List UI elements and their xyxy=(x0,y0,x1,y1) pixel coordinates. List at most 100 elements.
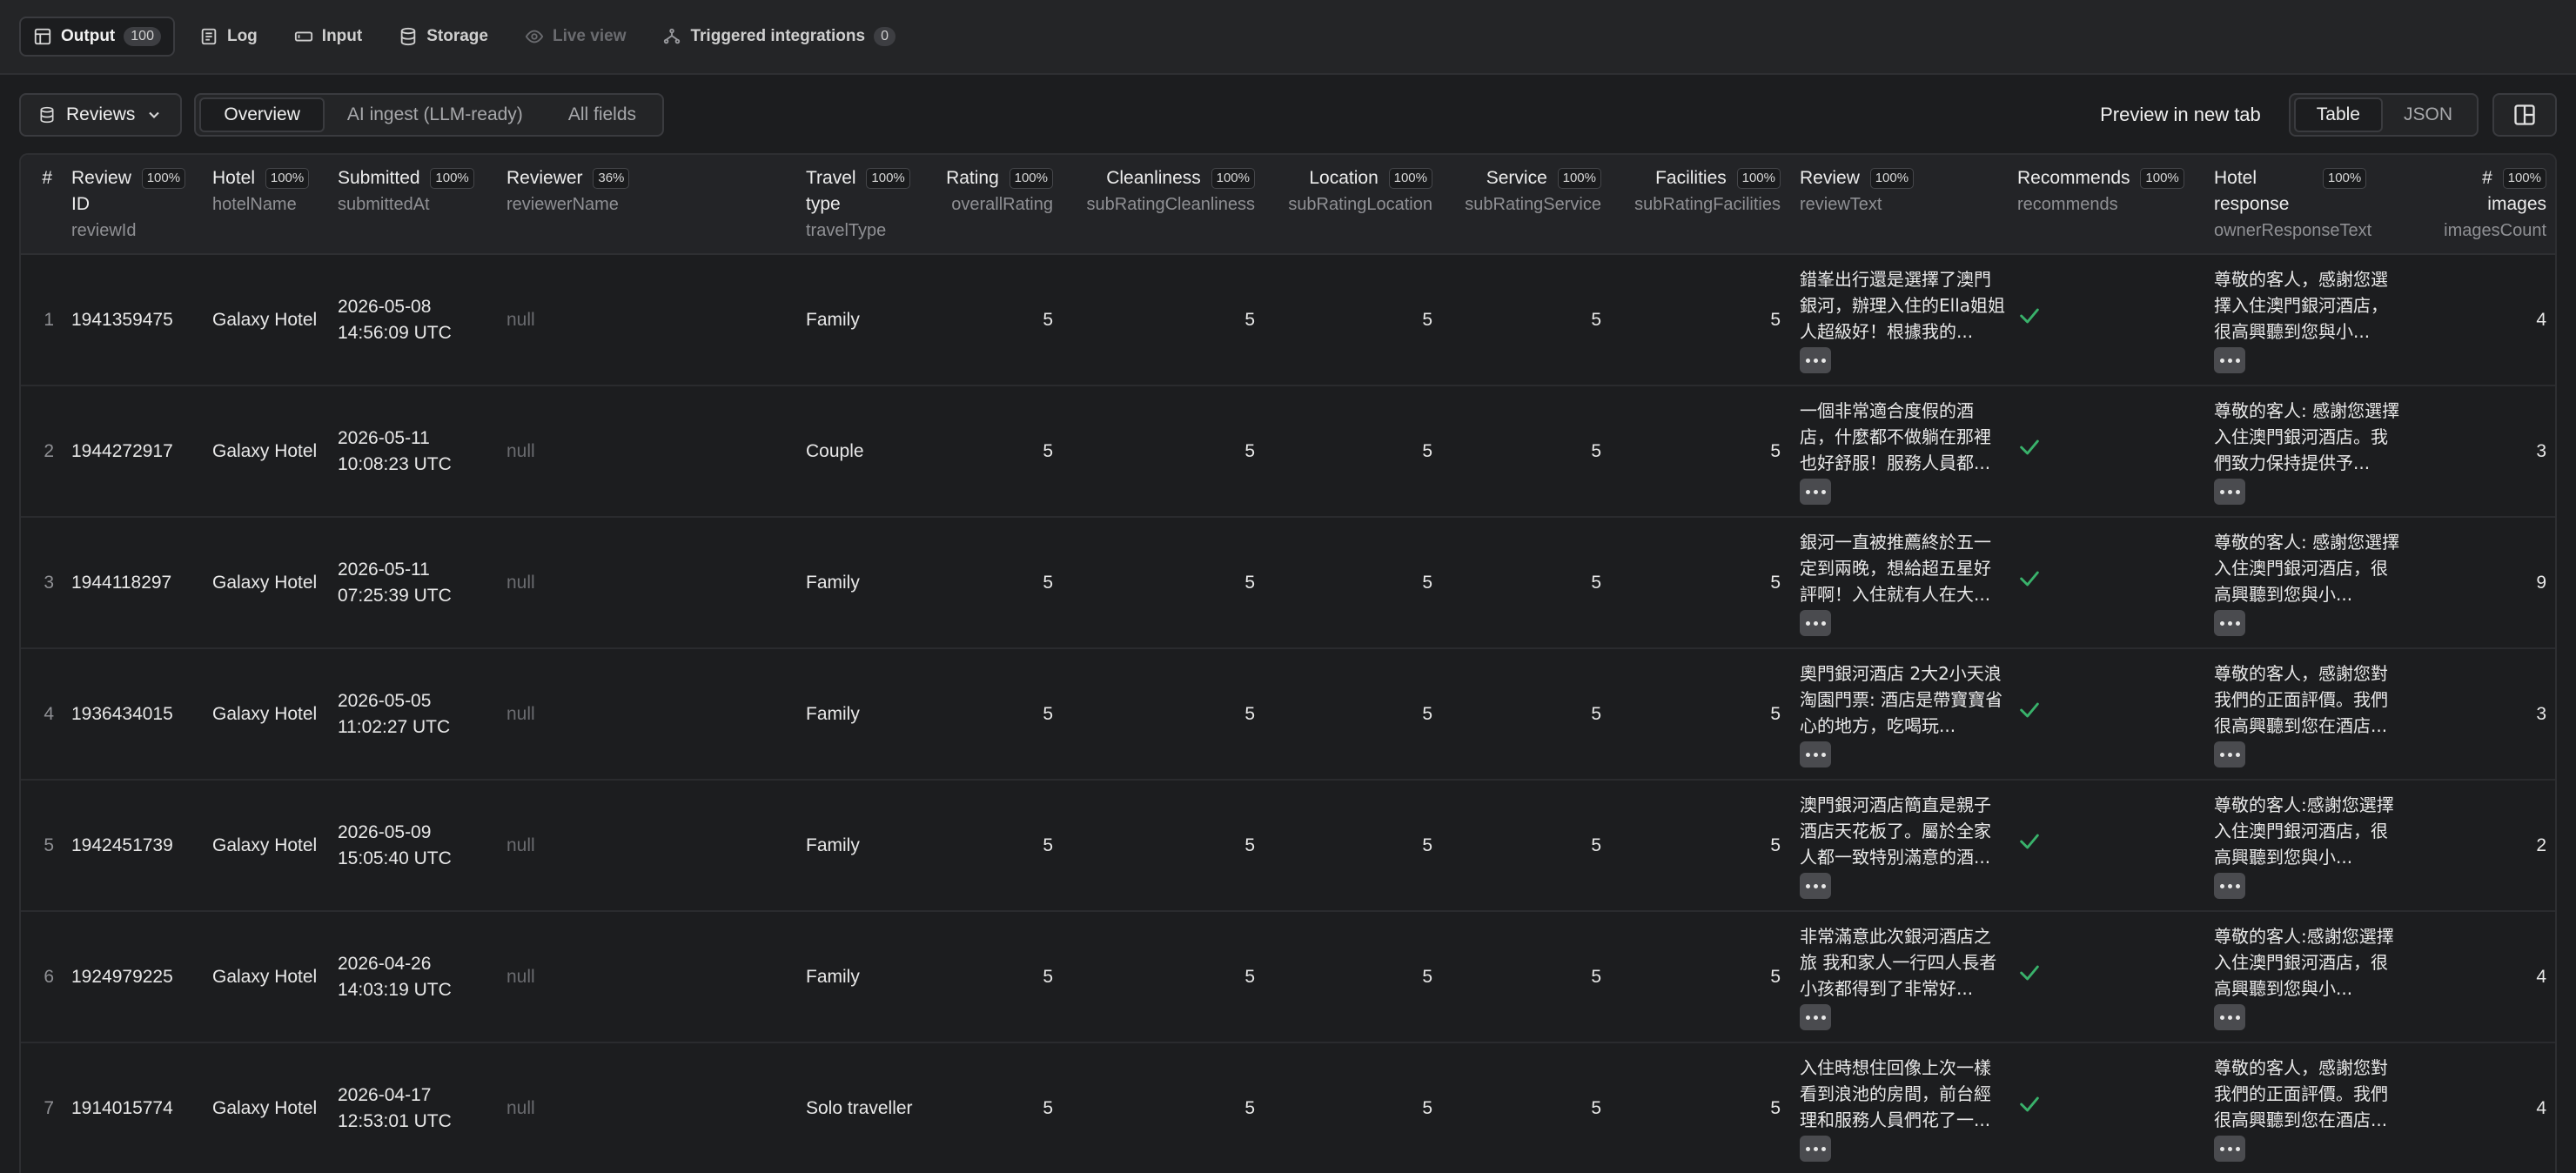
expand-more-icon[interactable] xyxy=(2214,479,2245,506)
rating-cell[interactable]: 5 xyxy=(931,1042,1065,1173)
expand-more-icon[interactable] xyxy=(1800,347,1831,374)
col-header-cleanliness[interactable]: Cleanliness 100% subRatingCleanliness xyxy=(1065,155,1267,255)
recommends-cell[interactable] xyxy=(2010,517,2207,648)
col-header-location[interactable]: Location 100% subRatingLocation xyxy=(1267,155,1445,255)
reviewer-cell[interactable]: null xyxy=(500,911,799,1042)
expand-more-icon[interactable] xyxy=(2214,1004,2245,1031)
tab-output[interactable]: Output 100 xyxy=(19,17,175,57)
images-count-cell[interactable]: 9 xyxy=(2404,517,2555,648)
travel-type-cell[interactable]: Solo traveller xyxy=(799,1042,931,1173)
reviewer-cell[interactable]: null xyxy=(500,648,799,780)
cleanliness-cell[interactable]: 5 xyxy=(1065,648,1267,780)
view-all-fields[interactable]: All fields xyxy=(546,97,659,132)
expand-more-icon[interactable] xyxy=(1800,610,1831,637)
recommends-cell[interactable] xyxy=(2010,648,2207,780)
service-cell[interactable]: 5 xyxy=(1445,517,1613,648)
table-row[interactable]: 4 1936434015 Galaxy Hotel 2026-05-05 11:02:2… xyxy=(21,648,2555,780)
expand-more-icon[interactable] xyxy=(1800,479,1831,506)
travel-type-cell[interactable]: Family xyxy=(799,517,931,648)
hotel-response-cell[interactable]: 尊敬的客人: 感謝您選擇入住澳門銀河酒店。我們致力保持提供予... xyxy=(2207,385,2404,517)
service-cell[interactable]: 5 xyxy=(1445,254,1613,385)
col-header-reviewer[interactable]: Reviewer 36% reviewerName xyxy=(500,155,799,255)
col-header-rating[interactable]: Rating 100% overallRating xyxy=(931,155,1065,255)
expand-more-icon[interactable] xyxy=(2214,1136,2245,1163)
hotel-response-cell[interactable]: 尊敬的客人:感謝您選擇入住澳門銀河酒店，很高興聽到您與小... xyxy=(2207,780,2404,911)
review-text-cell[interactable]: 非常滿意此次銀河酒店之旅 我和家人一行四人長者小孩都得到了非常好... xyxy=(1793,911,2010,1042)
col-header-index[interactable]: # xyxy=(21,155,64,255)
hotel-cell[interactable]: Galaxy Hotel xyxy=(205,780,331,911)
hotel-cell[interactable]: Galaxy Hotel xyxy=(205,1042,331,1173)
rating-cell[interactable]: 5 xyxy=(931,911,1065,1042)
hotel-cell[interactable]: Galaxy Hotel xyxy=(205,648,331,780)
cleanliness-cell[interactable]: 5 xyxy=(1065,385,1267,517)
submitted-cell[interactable]: 2026-05-05 11:02:27 UTC xyxy=(331,648,500,780)
review-text-cell[interactable]: 銀河一直被推薦終於五一定到兩晚，想給超五星好評啊！入住就有人在大... xyxy=(1793,517,2010,648)
expand-more-icon[interactable] xyxy=(2214,610,2245,637)
preview-new-tab-link[interactable]: Preview in new tab xyxy=(2100,104,2261,126)
reviewer-cell[interactable]: null xyxy=(500,385,799,517)
format-table[interactable]: Table xyxy=(2293,97,2383,132)
images-count-cell[interactable]: 3 xyxy=(2404,648,2555,780)
hotel-cell[interactable]: Galaxy Hotel xyxy=(205,254,331,385)
expand-more-icon[interactable] xyxy=(2214,873,2245,900)
service-cell[interactable]: 5 xyxy=(1445,780,1613,911)
view-ai-ingest[interactable]: AI ingest (LLM-ready) xyxy=(325,97,546,132)
location-cell[interactable]: 5 xyxy=(1267,780,1445,911)
table-row[interactable]: 1 1941359475 Galaxy Hotel 2026-05-08 14:56:0… xyxy=(21,254,2555,385)
format-json[interactable]: JSON xyxy=(2383,97,2473,132)
travel-type-cell[interactable]: Family xyxy=(799,780,931,911)
col-header-images[interactable]: # 100% images imagesCount xyxy=(2404,155,2555,255)
review-text-cell[interactable]: 錯峯出行還是選擇了澳門銀河，辦理入住的Ella姐姐人超級好！根據我的... xyxy=(1793,254,2010,385)
rating-cell[interactable]: 5 xyxy=(931,648,1065,780)
expand-more-icon[interactable] xyxy=(2214,741,2245,768)
hotel-response-cell[interactable]: 尊敬的客人，感謝您對我們的正面評價。我們很高興聽到您在酒店... xyxy=(2207,648,2404,780)
tab-log[interactable]: Log xyxy=(187,17,270,57)
recommends-cell[interactable] xyxy=(2010,1042,2207,1173)
review-id-cell[interactable]: 1942451739 xyxy=(64,780,205,911)
cleanliness-cell[interactable]: 5 xyxy=(1065,911,1267,1042)
cleanliness-cell[interactable]: 5 xyxy=(1065,1042,1267,1173)
expand-more-icon[interactable] xyxy=(1800,1136,1831,1163)
travel-type-cell[interactable]: Family xyxy=(799,254,931,385)
review-id-cell[interactable]: 1936434015 xyxy=(64,648,205,780)
images-count-cell[interactable]: 4 xyxy=(2404,254,2555,385)
hotel-response-cell[interactable]: 尊敬的客人:感謝您選擇入住澳門銀河酒店，很高興聽到您與小... xyxy=(2207,911,2404,1042)
facilities-cell[interactable]: 5 xyxy=(1613,254,1793,385)
review-text-cell[interactable]: 一個非常適合度假的酒店，什麼都不做躺在那裡也好舒服！服務人員都... xyxy=(1793,385,2010,517)
hotel-cell[interactable]: Galaxy Hotel xyxy=(205,385,331,517)
expand-more-icon[interactable] xyxy=(1800,741,1831,768)
reviewer-cell[interactable]: null xyxy=(500,780,799,911)
rating-cell[interactable]: 5 xyxy=(931,780,1065,911)
review-id-cell[interactable]: 1941359475 xyxy=(64,254,205,385)
hotel-cell[interactable]: Galaxy Hotel xyxy=(205,517,331,648)
travel-type-cell[interactable]: Couple xyxy=(799,385,931,517)
facilities-cell[interactable]: 5 xyxy=(1613,385,1793,517)
review-id-cell[interactable]: 1944118297 xyxy=(64,517,205,648)
images-count-cell[interactable]: 2 xyxy=(2404,780,2555,911)
table-row[interactable]: 7 1914015774 Galaxy Hotel 2026-04-17 12:53:0… xyxy=(21,1042,2555,1173)
submitted-cell[interactable]: 2026-05-09 15:05:40 UTC xyxy=(331,780,500,911)
reviewer-cell[interactable]: null xyxy=(500,1042,799,1173)
reviewer-cell[interactable]: null xyxy=(500,517,799,648)
facilities-cell[interactable]: 5 xyxy=(1613,1042,1793,1173)
rating-cell[interactable]: 5 xyxy=(931,385,1065,517)
review-id-cell[interactable]: 1914015774 xyxy=(64,1042,205,1173)
table-row[interactable]: 3 1944118297 Galaxy Hotel 2026-05-11 07:25:3… xyxy=(21,517,2555,648)
review-id-cell[interactable]: 1944272917 xyxy=(64,385,205,517)
facilities-cell[interactable]: 5 xyxy=(1613,517,1793,648)
service-cell[interactable]: 5 xyxy=(1445,1042,1613,1173)
col-header-travel-type[interactable]: Travel 100% type travelType xyxy=(799,155,931,255)
results-table-container[interactable]: # Review 100% ID reviewId Hotel 100% hotelN… xyxy=(19,153,2557,1173)
service-cell[interactable]: 5 xyxy=(1445,385,1613,517)
expand-more-icon[interactable] xyxy=(1800,1004,1831,1031)
reviewer-cell[interactable]: null xyxy=(500,254,799,385)
table-row[interactable]: 5 1942451739 Galaxy Hotel 2026-05-09 15:05:4… xyxy=(21,780,2555,911)
facilities-cell[interactable]: 5 xyxy=(1613,648,1793,780)
col-header-review[interactable]: Review 100% reviewText xyxy=(1793,155,2010,255)
review-text-cell[interactable]: 入住時想住回像上次一樣看到浪池的房間，前台經理和服務人員們花了一... xyxy=(1793,1042,2010,1173)
col-header-review-id[interactable]: Review 100% ID reviewId xyxy=(64,155,205,255)
recommends-cell[interactable] xyxy=(2010,385,2207,517)
tab-triggered-integrations[interactable]: Triggered integrations 0 xyxy=(650,17,908,57)
images-count-cell[interactable]: 4 xyxy=(2404,911,2555,1042)
layout-toggle-button[interactable] xyxy=(2492,93,2557,137)
